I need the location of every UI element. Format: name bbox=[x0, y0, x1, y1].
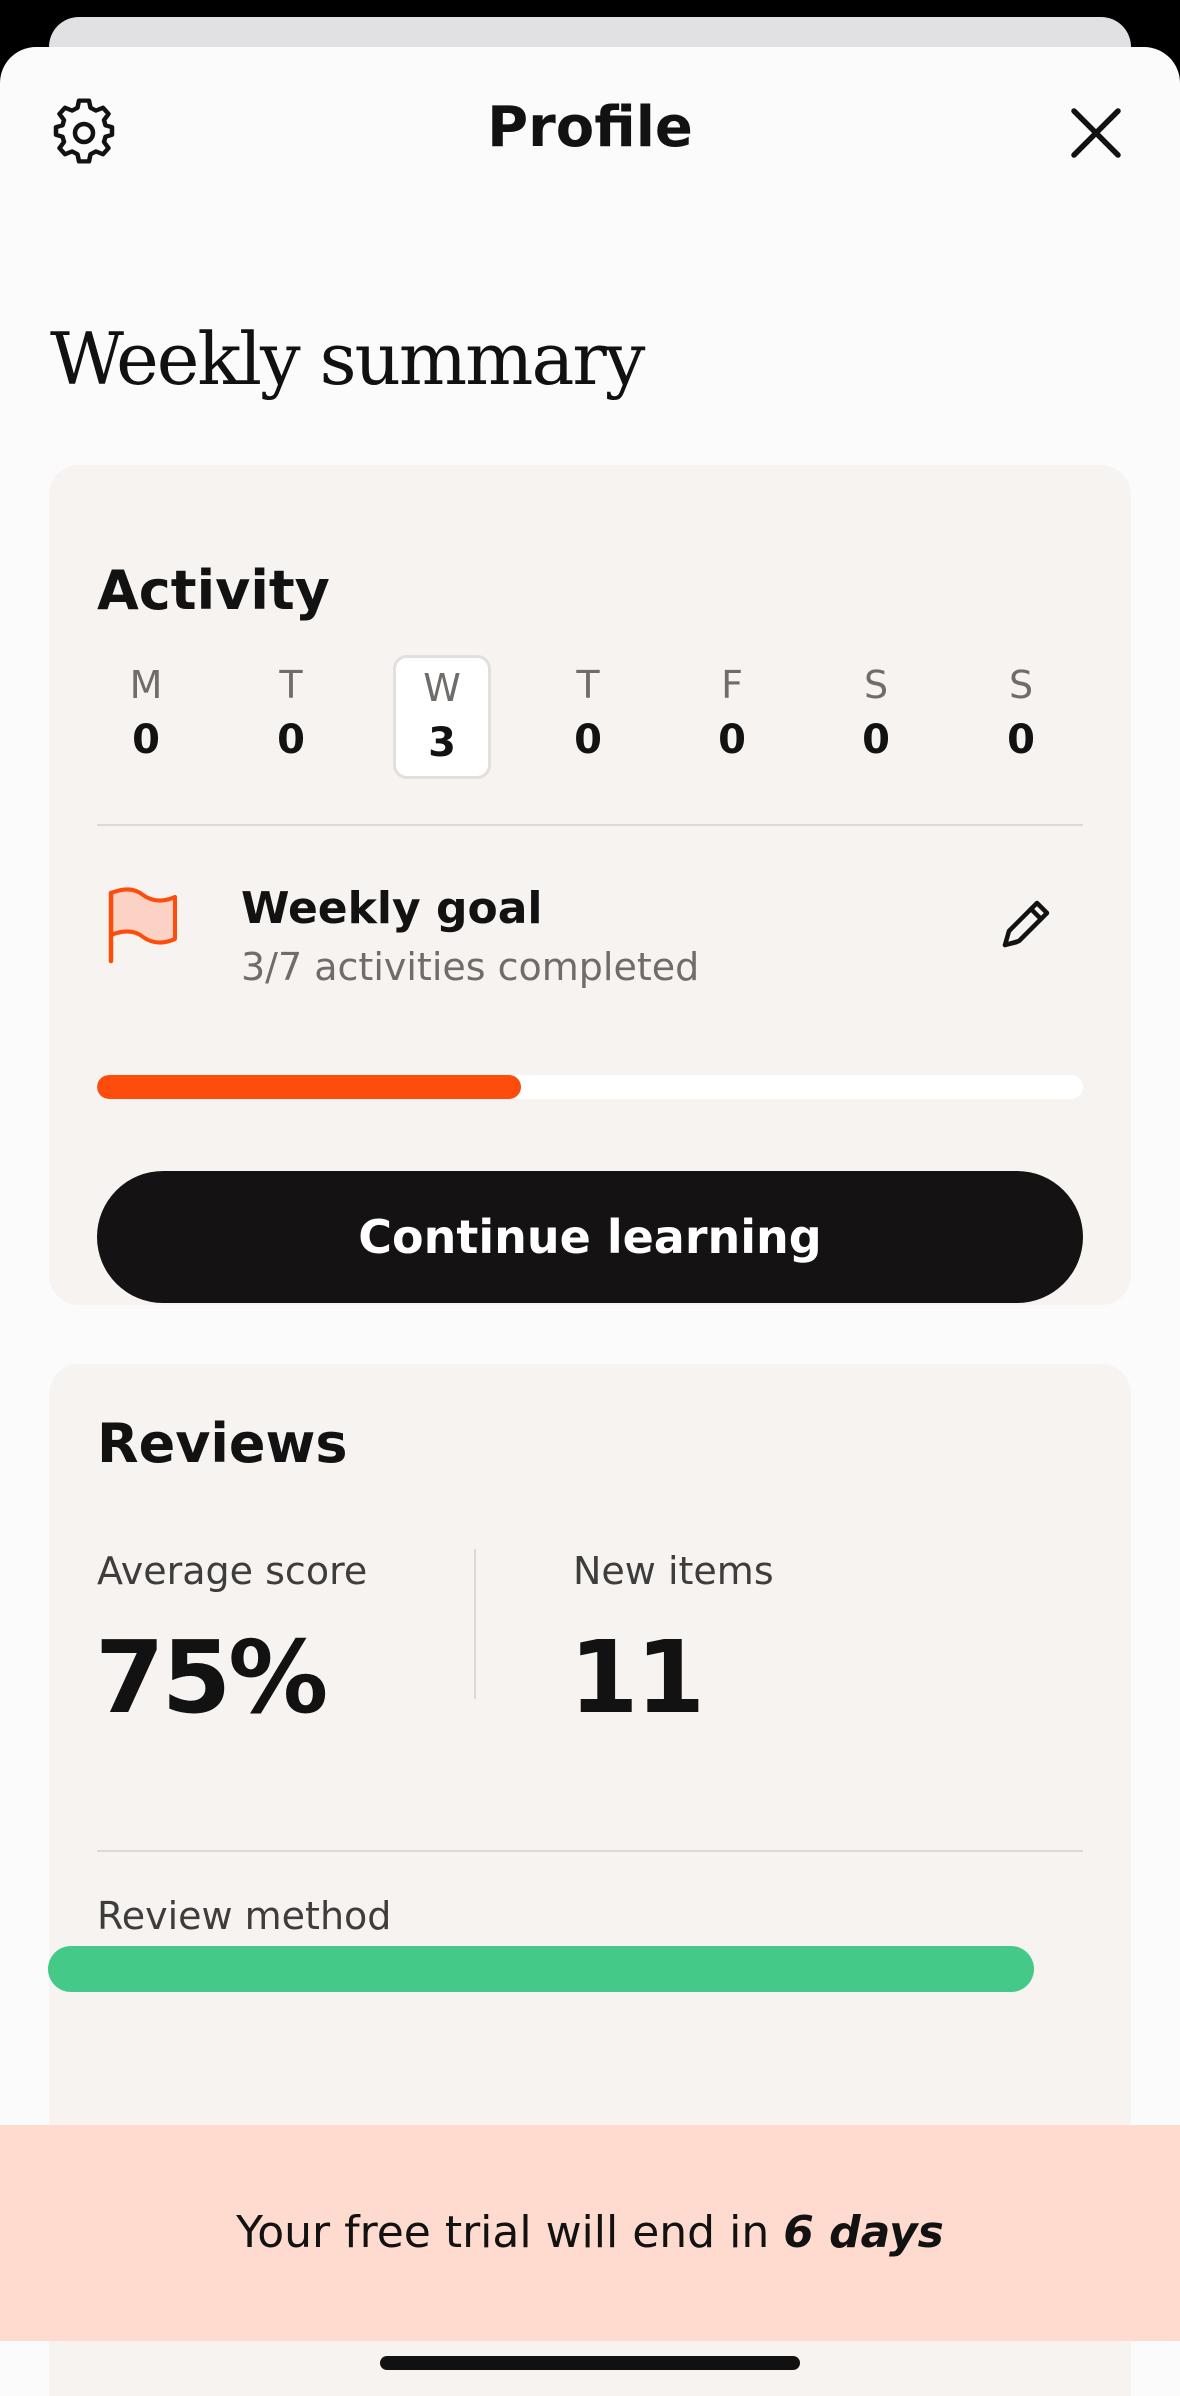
trial-days: 6 days bbox=[783, 2207, 944, 2258]
trial-text: Your free trial will end in bbox=[236, 2207, 784, 2258]
day-letter: S bbox=[863, 663, 889, 707]
day-monday: M 0 bbox=[97, 655, 195, 779]
day-letter: T bbox=[279, 663, 303, 707]
close-icon[interactable] bbox=[1060, 97, 1132, 169]
divider bbox=[97, 1850, 1083, 1852]
free-trial-banner[interactable]: Your free trial will end in 6 days bbox=[0, 2125, 1180, 2341]
activity-card: Activity M 0 T 0 W 3 T 0 F 0 S 0 S 0 Wee… bbox=[49, 465, 1131, 1305]
day-count: 3 bbox=[428, 720, 456, 766]
day-saturday: S 0 bbox=[827, 655, 925, 779]
day-letter: M bbox=[129, 663, 163, 707]
profile-sheet: Profile Weekly summary Activity M 0 T 0 … bbox=[0, 47, 1180, 2396]
new-items-label: New items bbox=[573, 1549, 774, 1593]
review-method-bar[interactable] bbox=[48, 1946, 1034, 1992]
average-score-value: 75% bbox=[95, 1619, 328, 1736]
day-count: 0 bbox=[574, 717, 602, 763]
day-friday: F 0 bbox=[683, 655, 781, 779]
day-letter: F bbox=[721, 663, 743, 707]
divider bbox=[97, 824, 1083, 826]
day-letter: T bbox=[576, 663, 600, 707]
week-days: M 0 T 0 W 3 T 0 F 0 S 0 S 0 bbox=[97, 655, 1083, 779]
reviews-title: Reviews bbox=[97, 1412, 348, 1475]
flag-icon bbox=[108, 887, 177, 964]
day-count: 0 bbox=[1007, 717, 1035, 763]
stat-divider bbox=[474, 1549, 476, 1699]
activity-title: Activity bbox=[97, 559, 330, 622]
day-count: 0 bbox=[862, 717, 890, 763]
weekly-goal-title: Weekly goal bbox=[241, 883, 543, 934]
day-count: 0 bbox=[277, 717, 305, 763]
home-indicator bbox=[380, 2356, 800, 2370]
day-count: 0 bbox=[718, 717, 746, 763]
review-method-label: Review method bbox=[97, 1894, 392, 1938]
weekly-goal-progress-fill bbox=[97, 1075, 521, 1099]
day-wednesday: W 3 bbox=[393, 655, 491, 779]
new-items-value: 11 bbox=[569, 1619, 705, 1736]
page-title: Profile bbox=[487, 95, 693, 160]
day-count: 0 bbox=[132, 717, 160, 763]
continue-learning-button[interactable]: Continue learning bbox=[97, 1171, 1083, 1303]
weekly-summary-heading: Weekly summary bbox=[50, 317, 645, 401]
day-letter: W bbox=[423, 666, 461, 710]
average-score-label: Average score bbox=[97, 1549, 368, 1593]
weekly-goal-subtitle: 3/7 activities completed bbox=[241, 945, 700, 989]
day-thursday: T 0 bbox=[539, 655, 637, 779]
header: Profile bbox=[0, 47, 1180, 217]
day-tuesday: T 0 bbox=[242, 655, 340, 779]
weekly-goal-progress bbox=[97, 1075, 1083, 1099]
day-sunday: S 0 bbox=[972, 655, 1070, 779]
day-letter: S bbox=[1008, 663, 1034, 707]
pencil-icon[interactable] bbox=[997, 893, 1057, 953]
